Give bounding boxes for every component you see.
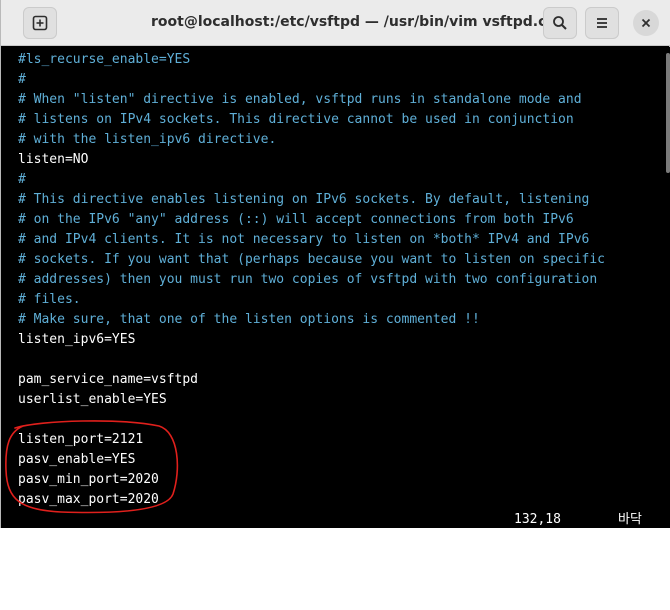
- scroll-position: 바닥: [618, 512, 642, 527]
- comment-line: # and IPv4 clients. It is not necessary …: [18, 232, 590, 247]
- new-tab-button[interactable]: [23, 7, 57, 39]
- terminal-window: root@localhost:/etc/vsftpd — /usr/bin/vi…: [0, 0, 670, 547]
- config-line: pasv_enable=YES: [18, 452, 136, 467]
- comment-line: # sockets. If you want that (perhaps bec…: [18, 252, 605, 267]
- file-info: "vsftpd.conf" 132L, 5139B: [64, 532, 261, 547]
- search-button[interactable]: [543, 7, 577, 39]
- comment-line: # with the listen_ipv6 directive.: [18, 132, 277, 147]
- window-title: root@localhost:/etc/vsftpd — /usr/bin/vi…: [151, 14, 573, 30]
- config-line: listen_port=2121: [18, 432, 144, 447]
- header-bar: root@localhost:/etc/vsftpd — /usr/bin/vi…: [1, 0, 670, 46]
- close-icon: [641, 18, 651, 28]
- vim-status-line: "vsftpd.conf" 132L, 5139B 132,18 바닥: [18, 510, 668, 547]
- new-tab-icon: [32, 15, 48, 31]
- config-line: listen=NO: [18, 152, 89, 167]
- menu-button[interactable]: [585, 7, 619, 39]
- comment-line: # addresses) then you must run two copie…: [18, 272, 598, 287]
- comment-line: # Make sure, that one of the listen opti…: [18, 312, 480, 327]
- search-icon: [553, 16, 567, 30]
- comment-line: # When "listen" directive is enabled, vs…: [18, 92, 582, 107]
- config-line: userlist_enable=YES: [18, 392, 167, 407]
- hamburger-menu-icon: [597, 18, 607, 28]
- scrollbar[interactable]: [666, 53, 670, 173]
- config-line: pasv_max_port=2020: [18, 492, 159, 507]
- comment-line: # listens on IPv4 sockets. This directiv…: [18, 112, 574, 127]
- comment-line: # on the IPv6 "any" address (::) will ac…: [18, 212, 574, 227]
- terminal-text-area[interactable]: #ls_recurse_enable=YES # # When "listen" d…: [2, 47, 670, 547]
- close-button[interactable]: [633, 10, 659, 36]
- comment-line: #: [18, 72, 26, 87]
- comment-line: #ls_recurse_enable=YES: [18, 52, 191, 67]
- comment-line: # This directive enables listening on IP…: [18, 192, 590, 207]
- config-line: listen_ipv6=YES: [18, 332, 136, 347]
- comment-line: # files.: [18, 292, 81, 307]
- config-line: pam_service_name=vsftpd: [18, 372, 199, 387]
- cursor-position: 132,18: [514, 512, 561, 527]
- config-line: pasv_min_port=2020: [18, 472, 159, 487]
- comment-line: #: [18, 172, 26, 187]
